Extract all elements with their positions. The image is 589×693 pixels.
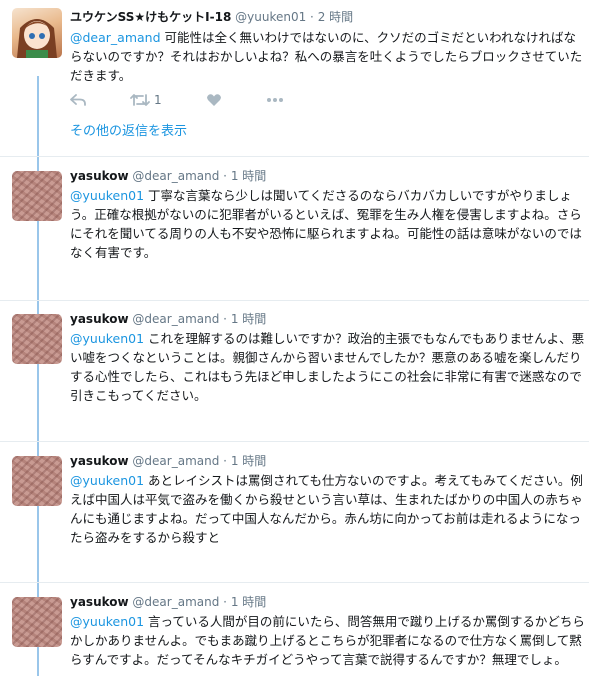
- reply-button[interactable]: [70, 93, 86, 107]
- divider: [0, 300, 589, 301]
- handle[interactable]: @dear_amand: [132, 169, 219, 183]
- display-name[interactable]: yasukow: [70, 454, 129, 468]
- avatar[interactable]: [12, 314, 62, 364]
- display-name[interactable]: yasukow: [70, 595, 129, 609]
- retweet-button[interactable]: 1: [130, 93, 162, 107]
- avatar[interactable]: [12, 8, 62, 58]
- tweet-header: ユウケンSS★けもケットI-18 @yuuken01 · 2 時間: [70, 8, 353, 25]
- tweet-header: yasukow @dear_amand · 1 時間: [70, 310, 266, 327]
- tweet-text: @yuuken01 言っている人間が目の前にいたら、問答無用で蹴り上げるか罵倒す…: [70, 612, 585, 669]
- timestamp[interactable]: 1 時間: [231, 595, 266, 609]
- divider: [0, 582, 589, 583]
- thread-line: [37, 76, 39, 676]
- meta-separator: ·: [223, 312, 227, 326]
- divider: [0, 156, 589, 157]
- handle[interactable]: @dear_amand: [132, 312, 219, 326]
- mention-link[interactable]: @yuuken01: [70, 614, 144, 629]
- mention-link[interactable]: @yuuken01: [70, 331, 144, 346]
- tweet-text-content: あとレイシストは罵倒されても仕方ないのですよ。考えてもみてください。例えば中国人…: [70, 473, 583, 545]
- more-button[interactable]: [266, 97, 284, 103]
- meta-separator: ·: [223, 169, 227, 183]
- mention-link[interactable]: @yuuken01: [70, 188, 144, 203]
- timestamp[interactable]: 1 時間: [231, 454, 266, 468]
- timestamp[interactable]: 1 時間: [231, 169, 266, 183]
- tweet-header: yasukow @dear_amand · 1 時間: [70, 593, 266, 610]
- tweet-header: yasukow @dear_amand · 1 時間: [70, 167, 266, 184]
- avatar[interactable]: [12, 597, 62, 647]
- tweet-text: @yuuken01 丁寧な言葉なら少しは聞いてくださるのならバカバカしいですがや…: [70, 186, 585, 262]
- mention-link[interactable]: @yuuken01: [70, 473, 144, 488]
- timestamp[interactable]: 2 時間: [318, 10, 353, 24]
- handle[interactable]: @dear_amand: [132, 454, 219, 468]
- tweet-text: @yuuken01 これを理解するのは難しいですか？政治的主張でもなんでもありま…: [70, 329, 585, 405]
- tweet-actions: 1: [70, 93, 328, 107]
- tweet-text-content: 丁寧な言葉なら少しは聞いてくださるのならバカバカしいですがやりましょう。正確な根…: [70, 188, 582, 260]
- like-button[interactable]: [206, 93, 222, 107]
- reply-icon: [70, 94, 86, 106]
- divider: [0, 441, 589, 442]
- more-icon: [266, 98, 283, 102]
- like-icon: [206, 94, 221, 106]
- handle[interactable]: @dear_amand: [132, 595, 219, 609]
- meta-separator: ·: [223, 454, 227, 468]
- display-name[interactable]: yasukow: [70, 169, 129, 183]
- tweet-text-content: 言っている人間が目の前にいたら、問答無用で蹴り上げるか罵倒するかどちらかしかあり…: [70, 614, 585, 667]
- meta-separator: ·: [223, 595, 227, 609]
- show-more-replies-link[interactable]: その他の返信を表示: [70, 120, 187, 139]
- tweet-text: @yuuken01 あとレイシストは罵倒されても仕方ないのですよ。考えてもみてく…: [70, 471, 585, 547]
- avatar[interactable]: [12, 171, 62, 221]
- tweet-text: @dear_amand 可能性は全く無いわけではないのに、クソだのゴミだといわれ…: [70, 28, 585, 85]
- timestamp[interactable]: 1 時間: [231, 312, 266, 326]
- meta-separator: ·: [310, 10, 314, 24]
- display-name[interactable]: ユウケンSS★けもケットI-18: [70, 10, 231, 24]
- display-name[interactable]: yasukow: [70, 312, 129, 326]
- avatar[interactable]: [12, 456, 62, 506]
- handle[interactable]: @yuuken01: [235, 10, 306, 24]
- tweet-text-content: これを理解するのは難しいですか？政治的主張でもなんでもありませんよ、悪い嘘をつく…: [70, 331, 585, 403]
- retweet-count: 1: [154, 93, 162, 107]
- mention-link[interactable]: @dear_amand: [70, 30, 161, 45]
- retweet-icon: [130, 94, 150, 106]
- tweet-header: yasukow @dear_amand · 1 時間: [70, 452, 266, 469]
